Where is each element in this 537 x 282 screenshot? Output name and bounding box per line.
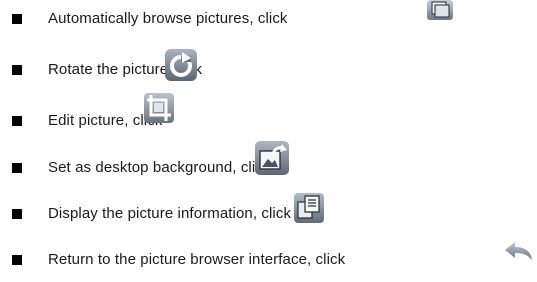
item-text: Set as desktop background, click bbox=[48, 159, 271, 176]
list-item: Display the picture information, click bbox=[0, 195, 537, 225]
list-item: Return to the picture browser interface,… bbox=[0, 243, 537, 273]
list-item: Automatically browse pictures, click bbox=[0, 6, 537, 36]
bullet-square bbox=[12, 255, 22, 265]
item-text: Display the picture information, click bbox=[48, 205, 292, 222]
instruction-list: Automatically browse pictures, click Rot… bbox=[0, 0, 537, 282]
crop-edit-icon bbox=[144, 93, 174, 123]
bullet-square bbox=[12, 14, 22, 24]
bullet-square bbox=[12, 209, 22, 219]
item-text: Automatically browse pictures, click bbox=[48, 10, 288, 27]
list-item: Rotate the picture,click bbox=[0, 52, 537, 82]
list-item: Edit picture, click bbox=[0, 99, 537, 129]
set-wallpaper-icon bbox=[255, 141, 289, 175]
bullet-square bbox=[12, 116, 22, 126]
rotate-icon bbox=[165, 49, 197, 81]
picture-info-icon bbox=[294, 193, 324, 223]
slideshow-icon bbox=[427, 0, 453, 20]
bullet-square bbox=[12, 65, 22, 75]
item-text: Return to the picture browser interface,… bbox=[48, 251, 346, 268]
bullet-square bbox=[12, 163, 22, 173]
return-back-icon bbox=[502, 237, 535, 267]
